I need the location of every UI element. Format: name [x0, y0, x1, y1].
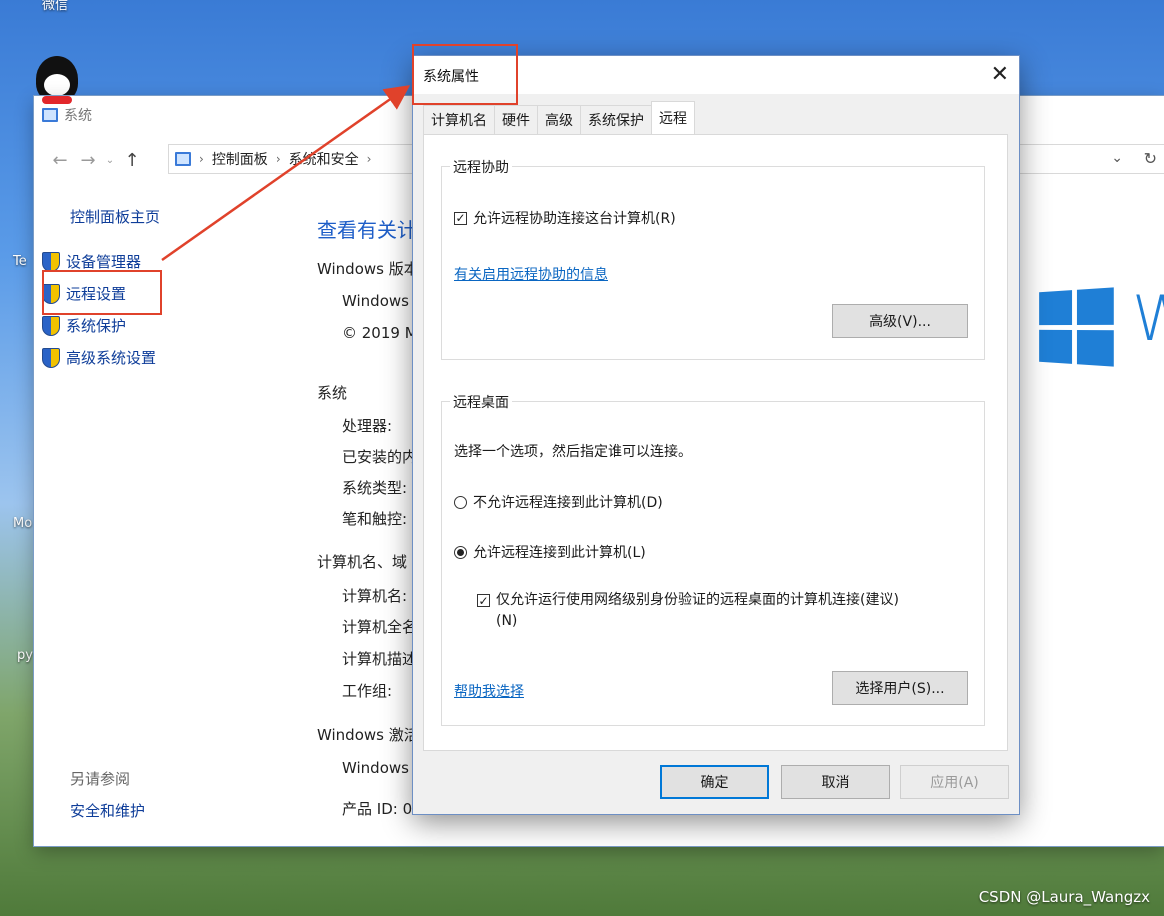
tab-remote[interactable]: 远程 [651, 101, 695, 134]
watermark: CSDN @Laura_Wangzx [978, 888, 1150, 906]
annotation-arrow [161, 85, 411, 262]
